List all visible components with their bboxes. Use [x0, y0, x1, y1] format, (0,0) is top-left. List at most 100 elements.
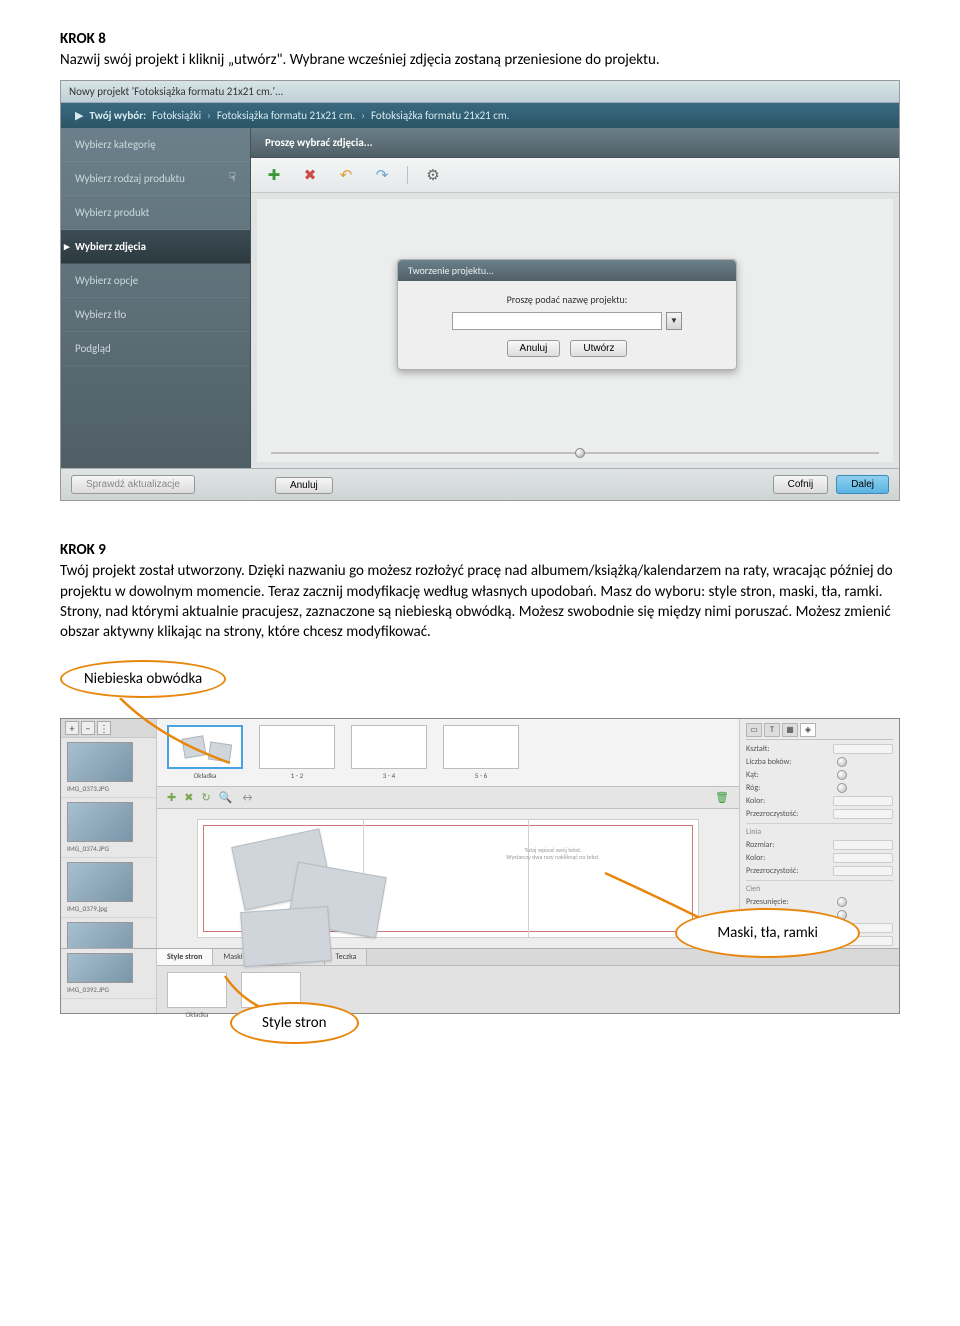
thumb-label: IMG_0379.jpg: [67, 904, 150, 913]
prop-control[interactable]: [833, 866, 893, 876]
add-photo-icon[interactable]: ✚: [263, 164, 285, 186]
dialog-title: Tworzenie projektu...: [398, 260, 736, 281]
prop-section: Cień: [746, 880, 893, 894]
prop-knob[interactable]: [837, 897, 847, 907]
style-label: Okładka: [167, 1010, 227, 1019]
tool-icon[interactable]: ✚: [167, 791, 176, 804]
dialog-label: Proszę podać nazwę projektu:: [416, 293, 718, 306]
prop-control[interactable]: [833, 809, 893, 819]
breadcrumb-item[interactable]: Fotoksiążka formatu 21x21 cm.: [371, 109, 509, 122]
step8-title: KROK 8: [60, 30, 900, 48]
sidebar-item-label: Wybierz rodzaj produktu: [75, 172, 185, 185]
tab-page-styles[interactable]: Style stron: [157, 949, 213, 965]
page-label: 3 - 4: [351, 771, 427, 780]
slider-track[interactable]: [271, 452, 879, 454]
prop-tab-icon[interactable]: ▦: [782, 723, 798, 737]
rotate-right-icon[interactable]: ↷: [371, 164, 393, 186]
next-button[interactable]: Dalej: [836, 475, 889, 494]
window-titlebar: Nowy projekt 'Fotoksiążka formatu 21x21 …: [61, 81, 899, 103]
create-button[interactable]: Utwórz: [570, 340, 627, 357]
page-thumb[interactable]: 5 - 6: [443, 725, 519, 780]
sidebar-item-category[interactable]: Wybierz kategorię: [61, 128, 250, 162]
photo-toolbar: ✚ ✖ ↶ ↷ ⚙: [251, 158, 899, 193]
photo-thumb[interactable]: IMG_0392.JPG: [61, 949, 156, 999]
step8-desc: Nazwij swój projekt i kliknij „utwórz". …: [60, 50, 900, 70]
tool-icon[interactable]: ✖: [184, 791, 193, 804]
thumb-label: IMG_0392.JPG: [67, 985, 150, 994]
create-project-dialog: Tworzenie projektu... Proszę podać nazwę…: [397, 259, 737, 370]
prop-label: Róg:: [746, 783, 760, 793]
prop-section: Linia: [746, 823, 893, 837]
sidebar-item-photos[interactable]: Wybierz zdjęcia: [61, 230, 250, 264]
prop-label: Kolor:: [746, 853, 765, 863]
prop-label: Przezroczystość:: [746, 866, 798, 876]
prop-label: Przezroczystość:: [746, 809, 798, 819]
hand-cursor-icon: ☟: [229, 170, 236, 185]
chevron-right-icon: ›: [361, 109, 365, 122]
check-updates-button[interactable]: Sprawdź aktualizacje: [71, 475, 195, 494]
prop-control[interactable]: [833, 796, 893, 806]
wizard-footer: Sprawdź aktualizacje Anuluj Cofnij Dalej: [61, 468, 899, 500]
back-button[interactable]: Cofnij: [773, 475, 829, 494]
gear-icon[interactable]: ⚙: [422, 164, 444, 186]
photo-thumb[interactable]: IMG_0374.JPG: [61, 798, 156, 858]
tab-folder[interactable]: Teczka: [325, 949, 367, 965]
sidebar-item-options[interactable]: Wybierz opcje: [61, 264, 250, 298]
page-label: 1 - 2: [259, 771, 335, 780]
breadcrumb-arrow-icon: ▶: [75, 109, 83, 122]
wizard-window: Nowy projekt 'Fotoksiążka formatu 21x21 …: [60, 80, 900, 501]
breadcrumb-label: Twój wybór:: [89, 109, 146, 122]
placeholder-text: Wystarczy dwa razy nakliknąć na tekst.: [478, 854, 628, 861]
prop-control[interactable]: [833, 744, 893, 754]
tool-icon[interactable]: ↔: [240, 791, 254, 804]
prop-control[interactable]: [833, 840, 893, 850]
wizard-sidebar: Wybierz kategorię Wybierz rodzaj produkt…: [61, 128, 251, 468]
breadcrumb-item[interactable]: Fotoksiążka formatu 21x21 cm.: [217, 109, 355, 122]
tool-icon[interactable]: ↻: [201, 791, 210, 804]
tool-icon[interactable]: 🔍: [219, 791, 233, 804]
prop-knob[interactable]: [837, 783, 847, 793]
sidebar-item-product-type[interactable]: Wybierz rodzaj produktu ☟: [61, 162, 250, 196]
sidebar-item-preview[interactable]: Podgląd: [61, 332, 250, 366]
cancel-button[interactable]: Anuluj: [507, 340, 561, 357]
thumb-label: IMG_0374.JPG: [67, 844, 150, 853]
sidebar-item-product[interactable]: Wybierz produkt: [61, 196, 250, 230]
breadcrumb-item[interactable]: Fotoksiążki: [152, 109, 201, 122]
sidebar-item-background[interactable]: Wybierz tło: [61, 298, 250, 332]
photo-thumb[interactable]: IMG_0380.JPG: [61, 918, 156, 948]
add-icon[interactable]: +: [65, 721, 79, 735]
callout-masks: Maski, tła, ramki: [675, 908, 860, 958]
remove-photo-icon[interactable]: ✖: [299, 164, 321, 186]
dropdown-toggle[interactable]: ▼: [666, 312, 682, 330]
page-thumb[interactable]: 3 - 4: [351, 725, 427, 780]
page-thumb[interactable]: 1 - 2: [259, 725, 335, 780]
prop-label: Przesunięcie:: [746, 897, 789, 907]
photo-thumb[interactable]: IMG_0379.jpg: [61, 858, 156, 918]
callout-styles: Style stron: [230, 1002, 359, 1044]
project-name-input[interactable]: [452, 312, 662, 330]
prop-knob[interactable]: [837, 770, 847, 780]
step9-title: KROK 9: [60, 541, 900, 559]
prop-control[interactable]: [833, 853, 893, 863]
main-header: Proszę wybrać zdjęcia...: [251, 128, 899, 158]
style-thumb[interactable]: Okładka: [167, 972, 227, 1019]
edit-toolbar: ✚ ✖ ↻ 🔍 ↔ 🗑: [157, 787, 739, 809]
prop-label: Kąt:: [746, 770, 759, 780]
footer-cancel-button[interactable]: Anuluj: [275, 477, 333, 494]
page-label: 5 - 6: [443, 771, 519, 780]
remove-icon[interactable]: −: [81, 721, 95, 735]
prop-knob[interactable]: [837, 757, 847, 767]
photo-canvas: Tworzenie projektu... Proszę podać nazwę…: [251, 193, 899, 468]
prop-tab-icon[interactable]: ◈: [800, 723, 816, 737]
callout-tail: [100, 698, 240, 778]
chevron-right-icon: ›: [207, 109, 211, 122]
prop-tab-icon[interactable]: T: [764, 723, 780, 737]
rotate-left-icon[interactable]: ↶: [335, 164, 357, 186]
slider-thumb[interactable]: [575, 448, 585, 458]
step9-desc: Twój projekt został utworzony. Dzięki na…: [60, 561, 900, 642]
trash-icon[interactable]: 🗑: [715, 791, 729, 804]
prop-label: Kształt:: [746, 744, 770, 754]
prop-tab-icon[interactable]: ▭: [746, 723, 762, 737]
thumb-label: IMG_0373.JPG: [67, 784, 150, 793]
breadcrumb: ▶ Twój wybór: Fotoksiążki › Fotoksiążka …: [61, 103, 899, 128]
